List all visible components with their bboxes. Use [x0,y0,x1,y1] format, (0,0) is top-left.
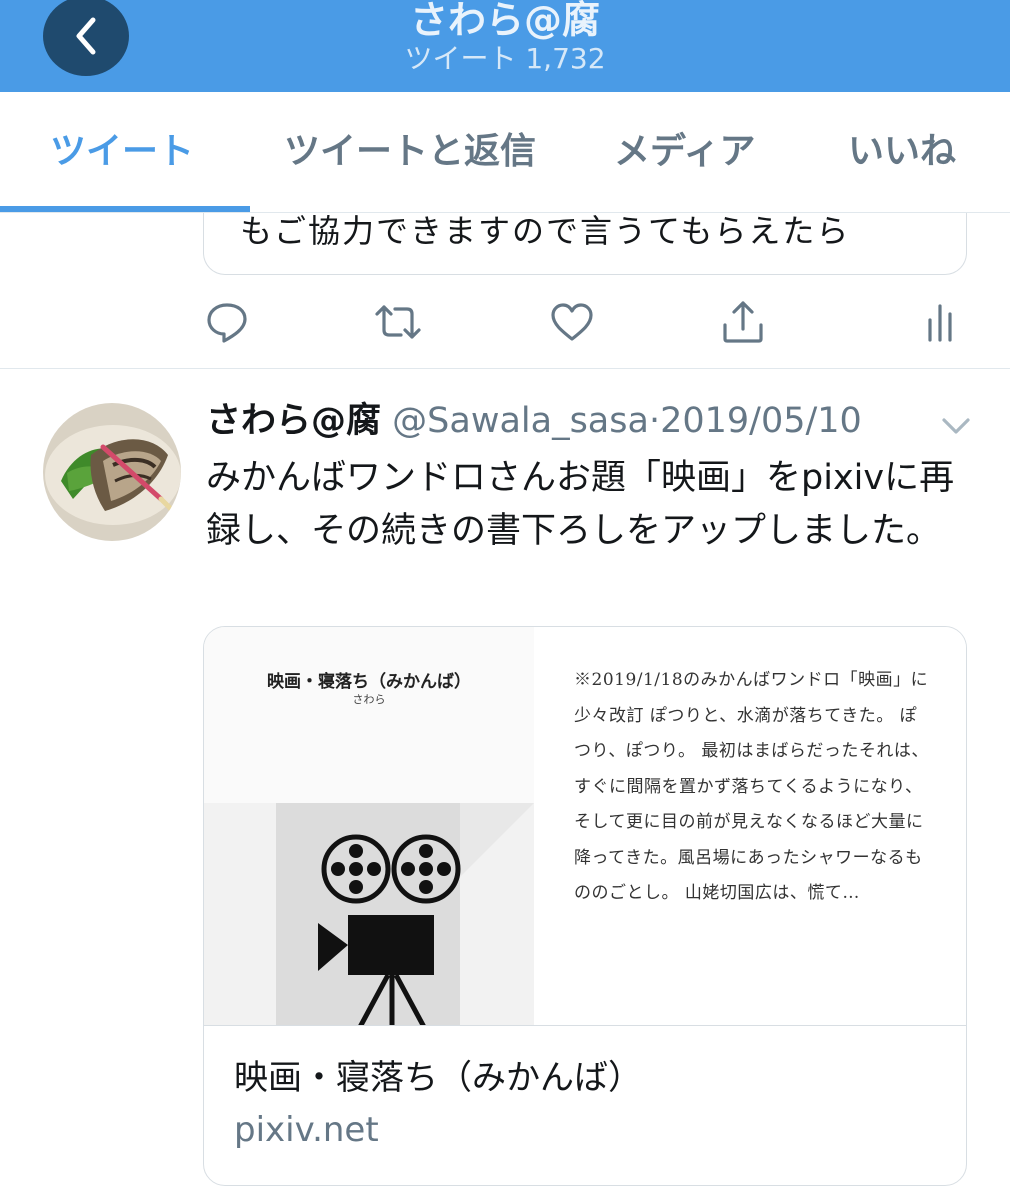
profile-header: さわら@腐 ツイート 1,732 [0,0,1010,92]
card-title: 映画・寝落ち（みかんば） [234,1058,642,1098]
previous-tweet-actions [0,292,1010,352]
retweet-icon [375,305,421,339]
header-title: さわら@腐 [409,0,600,42]
like-icon [551,303,593,341]
active-tab-indicator [0,206,250,212]
reply-button[interactable] [199,292,255,352]
card-excerpt-panel: ※2019/1/18のみかんばワンドロ「映画」に少々改訂 ぽつりと、水滴が落ちて… [534,627,966,1025]
avatar-image [43,403,181,541]
tab-media[interactable]: メディア [614,130,755,174]
analytics-button[interactable] [914,292,970,352]
analytics-icon [928,304,952,342]
like-button[interactable] [544,292,600,352]
tweet-author-handle[interactable]: @Sawala_sasa [392,401,649,441]
tweet-author-name[interactable]: さわら@腐 [206,401,381,441]
card-excerpt: ※2019/1/18のみかんばワンドロ「映画」に少々改訂 ぽつりと、水滴が落ちて… [574,670,929,903]
tweet-meta-separator: · [648,401,661,441]
tweet-header: さわら@腐 @Sawala_sasa·2019/05/10 [206,398,862,444]
tab-tweets-and-replies[interactable]: ツイートと返信 [284,130,536,174]
share-button[interactable] [715,292,771,352]
profile-tabs: ツイート ツイートと返信 メディア いいね [0,92,1010,213]
tweet-text: みかんばワンドロさんお題「映画」をpixivに再録し、その続きの書下ろしをアップ… [206,458,955,551]
movie-camera-icon [318,834,461,1025]
page-fold-graphic [460,803,534,877]
card-image: 映画・寝落ち（みかんば） さわら [204,627,534,1025]
tweet-options-button[interactable] [938,410,974,440]
tweet-date[interactable]: 2019/05/10 [660,401,862,441]
header-tweet-count: ツイート 1,732 [404,42,606,75]
share-icon [723,301,763,343]
card-footer: 映画・寝落ち（みかんば） pixiv.net [204,1025,966,1185]
tab-likes[interactable]: いいね [848,130,956,174]
card-doc-title: 映画・寝落ち（みかんば） [267,672,471,692]
chevron-down-icon [942,418,970,434]
link-preview-card[interactable]: 映画・寝落ち（みかんば） さわら ※2019/1/18のみかんばワンドロ「映画」… [203,626,967,1186]
tweet-divider [0,368,1010,369]
retweet-button[interactable] [370,292,426,352]
avatar[interactable] [43,403,181,541]
reply-icon [207,303,247,343]
card-doc-author: さわら [352,693,386,706]
card-domain: pixiv.net [234,1110,379,1150]
tab-tweets[interactable]: ツイート [50,130,194,174]
